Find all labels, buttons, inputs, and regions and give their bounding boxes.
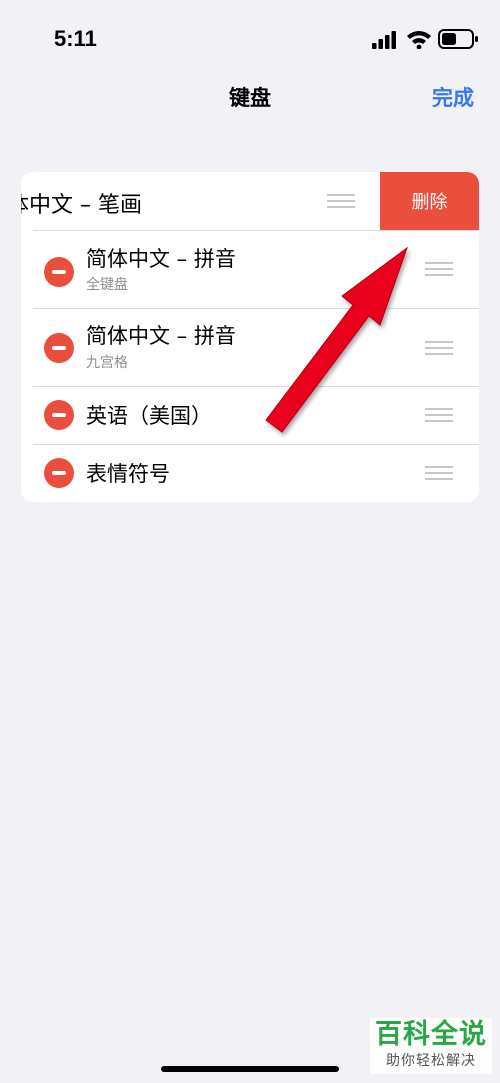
home-indicator (161, 1066, 339, 1072)
signal-icon (372, 31, 396, 49)
remove-minus-icon[interactable] (44, 333, 74, 363)
reorder-handle-icon[interactable] (327, 194, 355, 212)
watermark-title: 百科全说 (375, 1019, 487, 1050)
keyboard-title: 表情符号 (86, 462, 170, 486)
reorder-handle-icon[interactable] (425, 341, 453, 359)
keyboard-title: 简体中文 – 拼音 (86, 247, 236, 271)
keyboard-row-pinyin-nine[interactable]: 简体中文 – 拼音 九宫格 (21, 309, 479, 386)
keyboard-row-swiped[interactable]: 体中文 – 笔画 删除 (21, 172, 479, 230)
watermark-logo: 百科全说 助你轻松解决 (370, 1018, 492, 1074)
reorder-handle-icon[interactable] (425, 466, 453, 484)
reorder-handle-icon[interactable] (425, 408, 453, 426)
reorder-handle-icon[interactable] (425, 262, 453, 280)
keyboard-title: 英语（美国） (86, 404, 212, 428)
keyboard-subtitle: 全键盘 (86, 277, 128, 293)
keyboard-row-emoji[interactable]: 表情符号 (21, 445, 479, 502)
keyboard-title: 体中文 – 笔画 (21, 193, 142, 218)
battery-icon (438, 29, 478, 49)
keyboard-title: 简体中文 – 拼音 (86, 324, 236, 348)
page-title: 键盘 (229, 86, 271, 110)
status-icons (372, 28, 482, 52)
remove-minus-icon[interactable] (44, 400, 74, 430)
delete-button[interactable]: 删除 (380, 172, 479, 230)
status-bar: 5:11 (0, 0, 500, 80)
keyboard-row-english[interactable]: 英语（美国） (21, 387, 479, 444)
remove-minus-icon[interactable] (44, 458, 74, 488)
annotation-arrow-icon (265, 246, 409, 433)
remove-minus-icon[interactable] (44, 257, 74, 287)
keyboard-list: 体中文 – 笔画 删除 简体中文 – 拼音 全键盘 简体中文 – 拼音 九宫格 … (21, 172, 479, 502)
status-time: 5:11 (54, 26, 97, 51)
swiped-row-content: 体中文 – 笔画 (21, 172, 380, 230)
done-button[interactable]: 完成 (432, 82, 474, 112)
wifi-icon (407, 31, 431, 49)
keyboard-subtitle: 九宫格 (86, 355, 128, 371)
watermark-subtitle: 助你轻松解决 (386, 1053, 476, 1069)
keyboard-row-pinyin-full[interactable]: 简体中文 – 拼音 全键盘 (21, 231, 479, 308)
